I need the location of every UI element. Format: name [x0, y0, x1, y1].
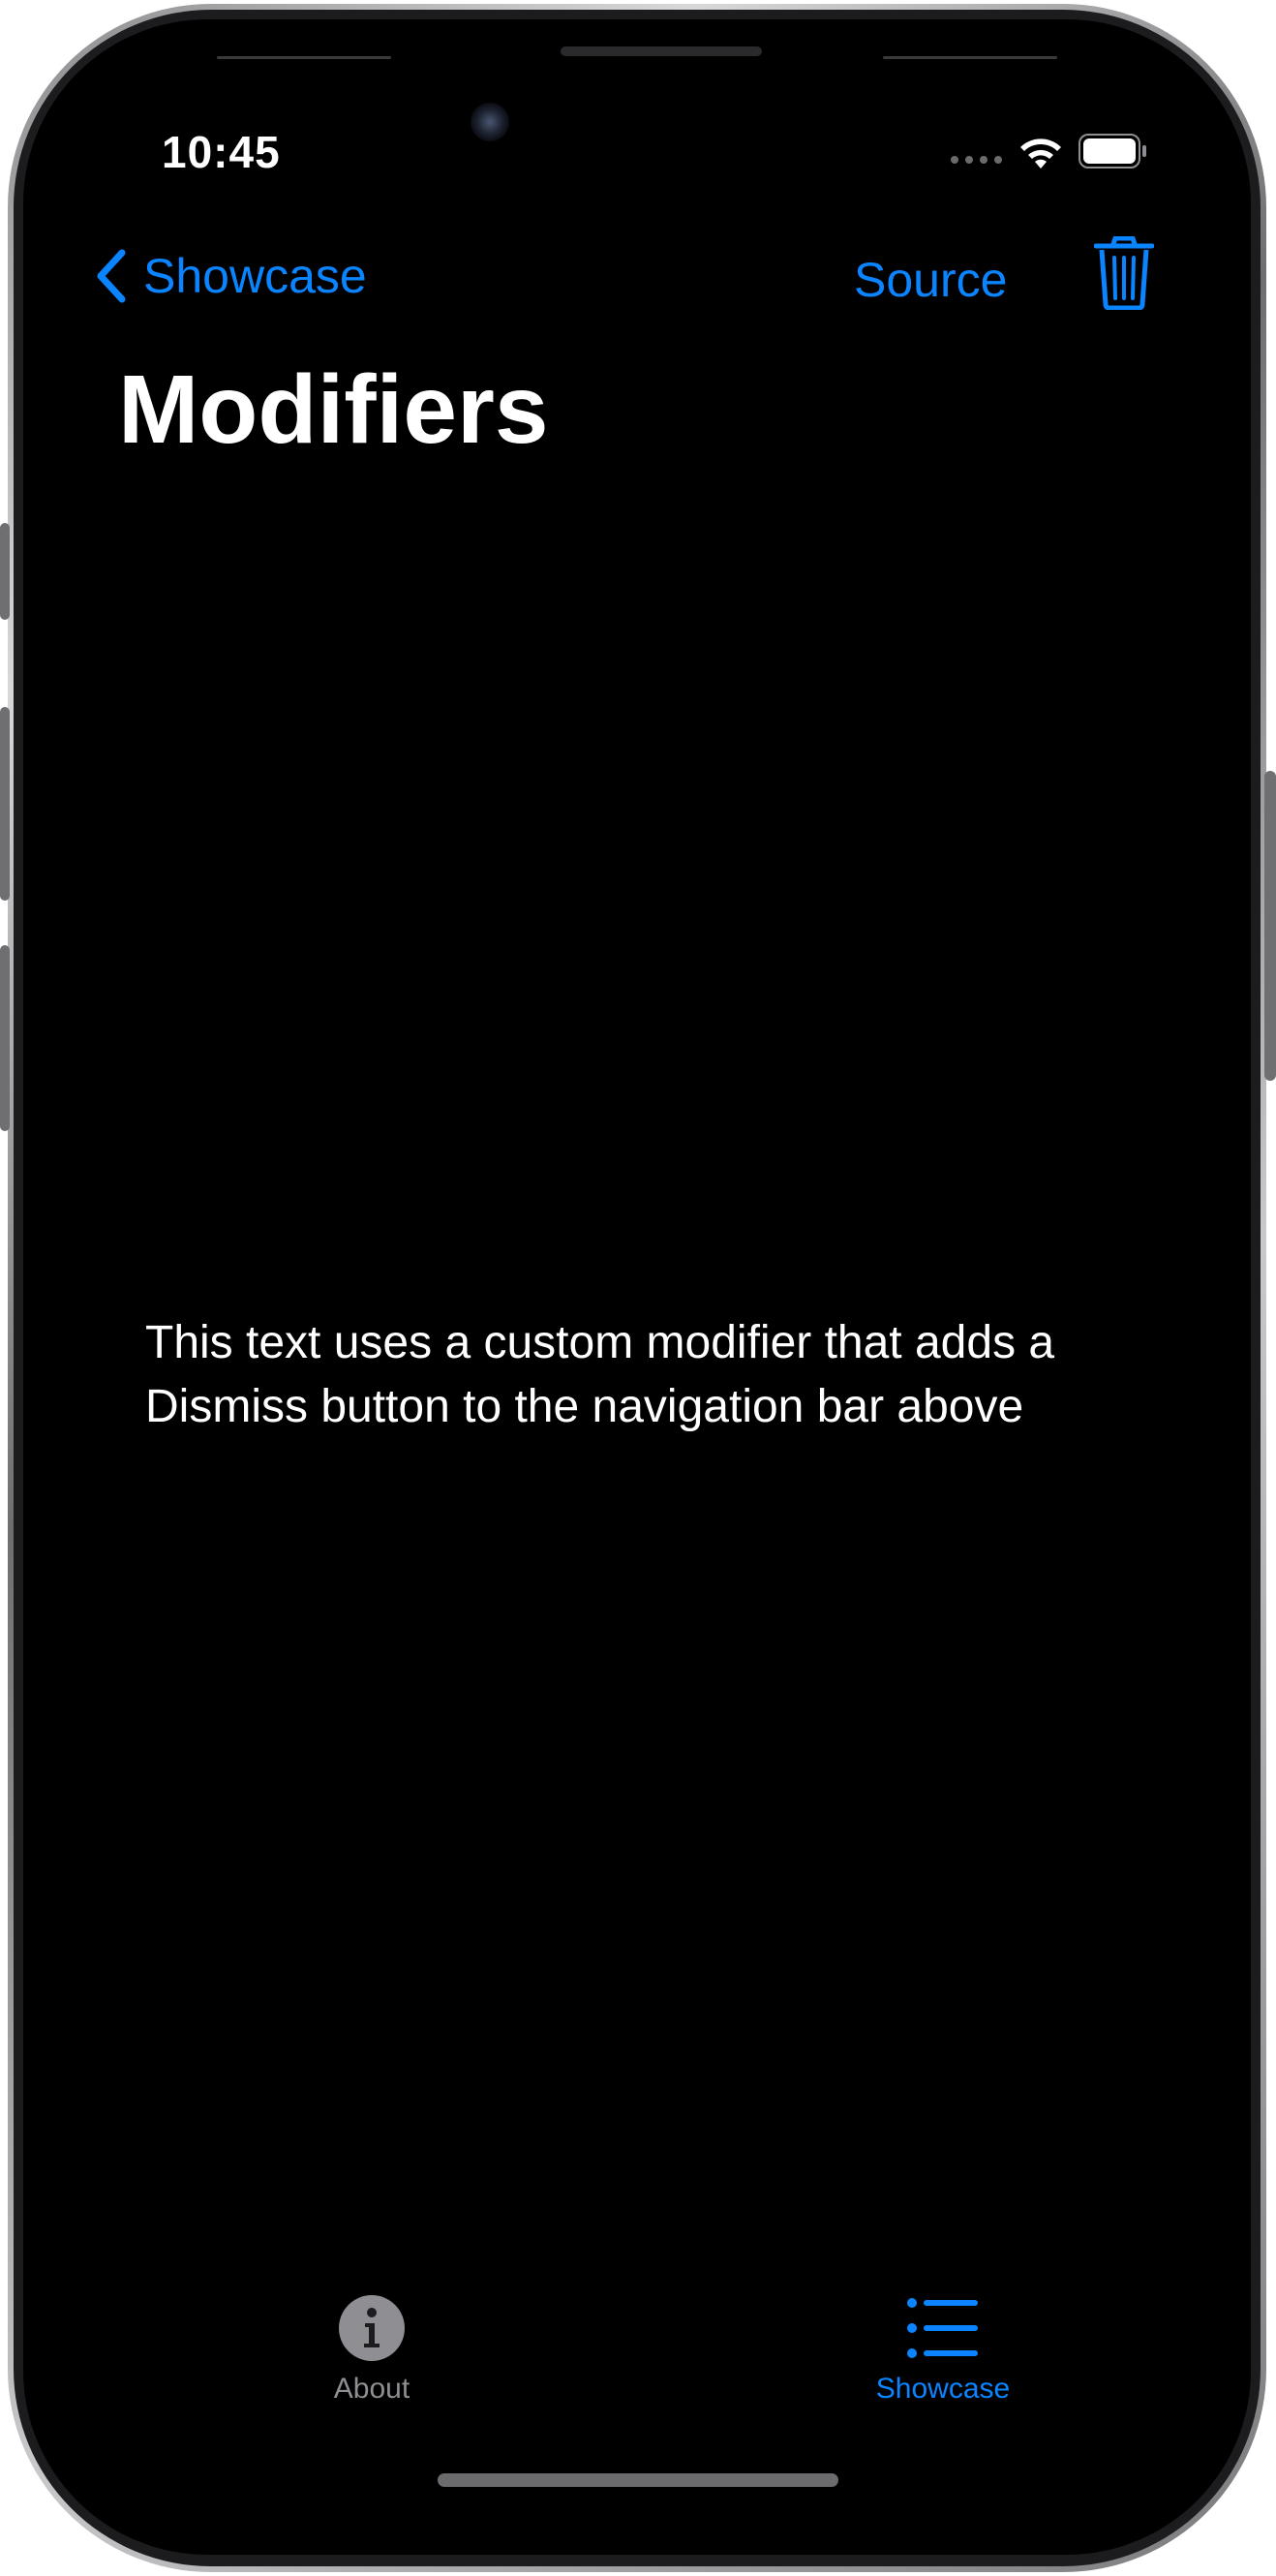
back-button-label: Showcase [143, 249, 367, 303]
front-camera [471, 103, 509, 141]
home-indicator[interactable] [438, 2473, 838, 2487]
bezel-hairline-left [217, 56, 391, 59]
wifi-icon [1017, 132, 1065, 175]
side-button-left-3 [0, 945, 10, 1131]
side-button-left-1 [0, 523, 10, 620]
tab-showcase-label: Showcase [875, 2373, 1011, 2405]
page-title: Modifiers [118, 355, 549, 464]
battery-icon [1079, 134, 1148, 173]
bezel-hairline-right [883, 56, 1057, 59]
back-button[interactable]: Showcase [97, 248, 367, 304]
status-time: 10:45 [162, 127, 281, 177]
chevron-left-icon [97, 249, 126, 303]
tab-about[interactable]: About [285, 2293, 459, 2406]
trash-icon[interactable] [1093, 235, 1155, 315]
speaker-grille [561, 46, 762, 56]
tab-about-label: About [333, 2373, 410, 2405]
list-bullet-icon [907, 2298, 978, 2358]
modifier-description-text: This text uses a custom modifier that ad… [145, 1317, 1055, 1432]
info-circle-icon [339, 2295, 405, 2361]
side-button-right [1264, 771, 1276, 1081]
tab-showcase[interactable]: Showcase [836, 2293, 1049, 2406]
side-button-left-2 [0, 707, 10, 901]
screen: 10:45 Showcase Source Modifiers This tex… [23, 19, 1251, 2555]
cellular-signal-icon [951, 156, 1002, 164]
source-button[interactable]: Source [854, 252, 1007, 308]
